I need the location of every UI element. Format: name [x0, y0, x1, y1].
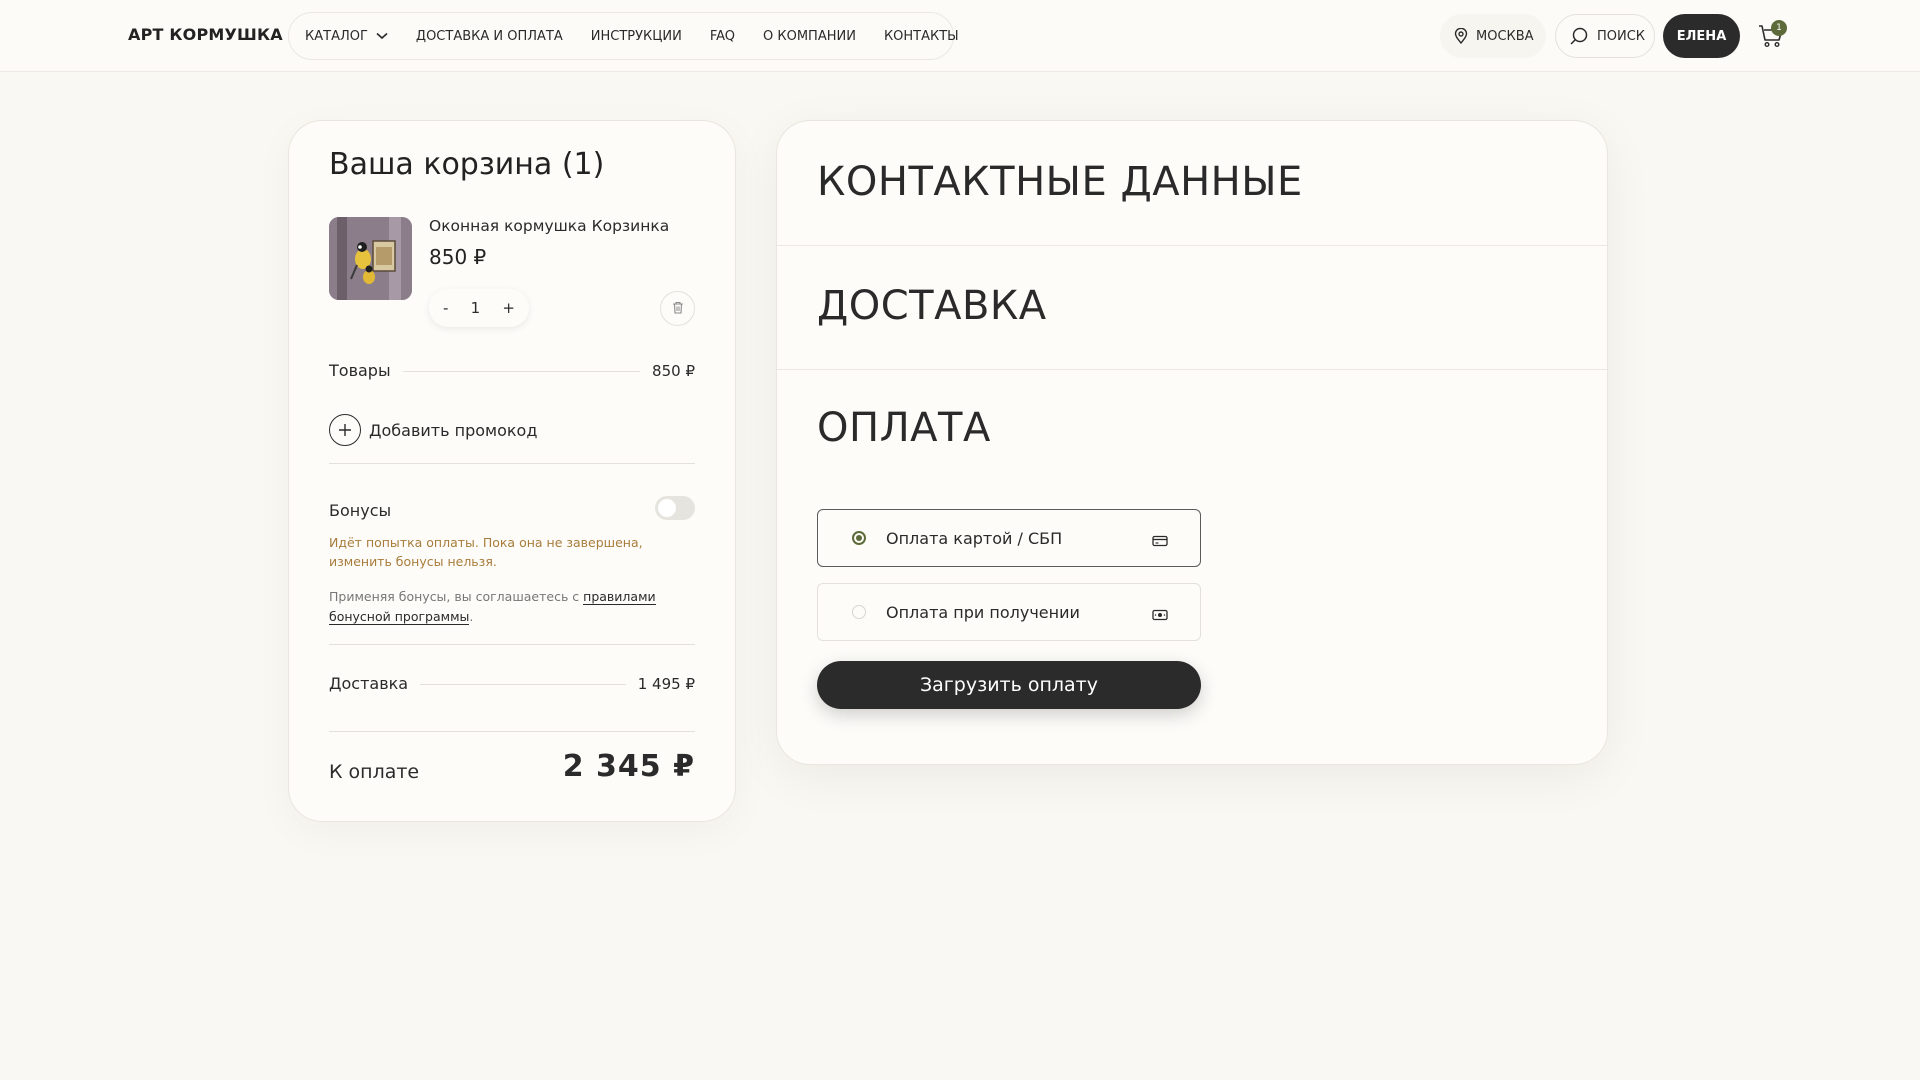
section-contacts-title[interactable]: КОНТАКТНЫЕ ДАННЫЕ — [817, 159, 1303, 205]
goods-row: Товары 850 ₽ — [329, 361, 695, 380]
user-profile-button[interactable]: ЕЛЕНА — [1663, 14, 1740, 58]
add-promo-button[interactable]: Добавить промокод — [329, 414, 537, 446]
search-label: ПОИСК — [1597, 28, 1646, 44]
card-icon — [1152, 532, 1168, 551]
payment-option-cash[interactable]: Оплата при получении — [817, 583, 1201, 641]
checkout-form: КОНТАКТНЫЕ ДАННЫЕ ДОСТАВКА ОПЛАТА Оплата… — [776, 120, 1608, 765]
radio-selected[interactable] — [852, 531, 866, 545]
bonus-toggle[interactable] — [655, 496, 695, 520]
divider — [777, 245, 1607, 246]
goods-label: Товары — [329, 361, 391, 380]
site-logo[interactable]: АРТ КОРМУШКА — [128, 25, 283, 44]
nav-item-delivery[interactable]: ДОСТАВКА И ОПЛАТА — [416, 29, 563, 44]
radio-unselected[interactable] — [852, 605, 866, 619]
product-price: 850 ₽ — [429, 245, 487, 269]
quantity-stepper: - 1 + — [429, 289, 529, 327]
divider — [329, 644, 695, 645]
city-label: МОСКВА — [1476, 28, 1534, 44]
payment-option-card[interactable]: Оплата картой / СБП — [817, 509, 1201, 567]
cart-title: Ваша корзина (1) — [329, 147, 605, 182]
decrease-quantity-button[interactable]: - — [443, 299, 448, 317]
trash-icon — [672, 299, 684, 318]
quantity-value: 1 — [470, 299, 481, 317]
delivery-value: 1 495 ₽ — [637, 675, 695, 693]
payment-option-label: Оплата картой / СБП — [886, 528, 1063, 548]
bonus-label: Бонусы — [329, 501, 392, 520]
nav-item-faq[interactable]: FAQ — [710, 29, 735, 44]
nav-item-contacts[interactable]: КОНТАКТЫ — [884, 29, 959, 44]
divider — [329, 463, 695, 464]
goods-value: 850 ₽ — [652, 362, 695, 380]
nav-item-about[interactable]: О КОМПАНИИ — [763, 29, 856, 44]
bonus-warning-text: Идёт попытка оплаты. Пока она не заверше… — [329, 535, 643, 569]
divider — [329, 731, 695, 732]
cart-count-badge: 1 — [1771, 20, 1787, 36]
section-payment-title[interactable]: ОПЛАТА — [817, 405, 991, 451]
total-label: К оплате — [329, 761, 420, 783]
nav-item-label: КАТАЛОГ — [305, 28, 368, 44]
cart-summary: Ваша корзина (1) Оконная кормушка Корзин… — [288, 120, 736, 822]
chevron-down-icon — [376, 32, 388, 40]
main-nav: КАТАЛОГ ДОСТАВКА И ОПЛАТА ИНСТРУКЦИИ FAQ… — [288, 12, 959, 60]
product-image[interactable] — [329, 217, 412, 300]
delivery-label: Доставка — [329, 674, 409, 693]
increase-quantity-button[interactable]: + — [502, 299, 515, 317]
section-delivery-title[interactable]: ДОСТАВКА — [817, 283, 1047, 329]
divider — [777, 369, 1607, 370]
promo-label: Добавить промокод — [369, 420, 538, 440]
location-pin-icon — [1454, 28, 1468, 44]
nav-item-catalog[interactable]: КАТАЛОГ — [305, 29, 388, 44]
submit-payment-button[interactable]: Загрузить оплату — [817, 661, 1201, 709]
search-button[interactable]: ПОИСК — [1555, 14, 1655, 58]
remove-item-button[interactable] — [660, 291, 695, 326]
cash-icon — [1152, 606, 1168, 625]
dotted-leader — [420, 684, 626, 685]
city-selector[interactable]: МОСКВА — [1440, 14, 1546, 58]
search-icon — [1569, 26, 1589, 46]
delivery-row: Доставка 1 495 ₽ — [329, 674, 695, 693]
total-value: 2 345 ₽ — [562, 749, 695, 784]
payment-option-label: Оплата при получении — [886, 602, 1080, 622]
plus-icon — [329, 414, 361, 446]
site-header: АРТ КОРМУШКА КАТАЛОГ ДОСТАВКА И ОПЛАТА И… — [0, 0, 1920, 72]
dotted-leader — [402, 371, 641, 372]
bonus-terms-note: Применяя бонусы, вы соглашаетесь с прави… — [329, 589, 656, 625]
nav-item-instructions[interactable]: ИНСТРУКЦИИ — [591, 29, 682, 44]
product-name[interactable]: Оконная кормушка Корзинка — [429, 217, 669, 235]
